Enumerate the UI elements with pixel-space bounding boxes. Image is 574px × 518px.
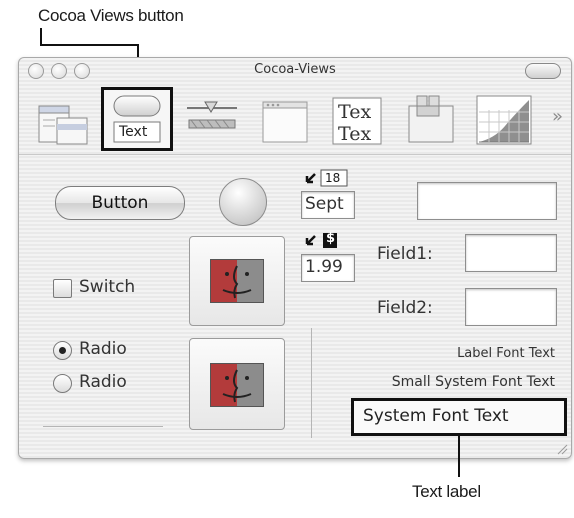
containers-palette-icon <box>408 95 454 143</box>
views-palette-text-label: Text <box>119 124 148 140</box>
menu-palette-icon <box>38 105 88 145</box>
window-title: Cocoa-Views <box>254 62 336 77</box>
cocoa-views-window: Cocoa-Views Text Tex Tex » Button 18 Sep… <box>18 57 572 459</box>
date-badge-text: 18 <box>325 171 341 185</box>
palette-toolbar: Text Tex Tex » <box>19 84 571 155</box>
radio-selected-label: Radio <box>79 339 127 359</box>
cocoa-views-button-callout: Cocoa Views button <box>38 6 184 25</box>
round-button[interactable] <box>219 178 267 226</box>
callout-line-top <box>40 28 42 44</box>
toolbar-toggle-button[interactable] <box>525 63 561 79</box>
sample-push-button[interactable]: Button <box>55 186 185 220</box>
palette-graphics-button[interactable] <box>475 90 533 148</box>
image-well-top[interactable] <box>189 236 285 326</box>
number-field[interactable]: 1.99 <box>301 254 355 282</box>
palette-containers-button[interactable] <box>403 90 461 148</box>
vertical-separator <box>311 328 312 438</box>
palette-cocoa-views-button[interactable]: Text <box>101 87 173 151</box>
sample-push-button-label: Button <box>91 193 149 213</box>
top-right-text-field[interactable] <box>417 182 557 220</box>
radio-unselected-label: Radio <box>79 372 127 392</box>
palette-controls-button[interactable] <box>183 90 241 148</box>
number-formatter-badge: $ <box>303 230 343 250</box>
radio-button-selected[interactable] <box>53 341 72 360</box>
field2-input[interactable] <box>465 288 557 326</box>
date-field-value: Sept <box>305 194 344 214</box>
field1-input[interactable] <box>465 234 557 272</box>
date-field[interactable]: Sept <box>301 191 355 219</box>
switch-label: Switch <box>79 277 136 297</box>
finder-image <box>210 259 264 303</box>
palette-windows-button[interactable] <box>257 90 315 148</box>
finder-image-2 <box>210 363 264 407</box>
switch-checkbox[interactable]: Switch <box>53 276 173 300</box>
image-well-bottom[interactable] <box>189 338 285 430</box>
radio-option-selected[interactable]: Radio <box>53 338 163 362</box>
svg-text:Tex: Tex <box>338 101 371 123</box>
callout-line-top-horizontal <box>40 44 139 46</box>
controls-palette-icon <box>187 101 237 129</box>
radio-option-unselected[interactable]: Radio <box>53 371 163 395</box>
resize-grip-icon[interactable] <box>556 443 568 455</box>
field2-label: Field2: <box>377 298 433 318</box>
switch-box[interactable] <box>53 279 72 298</box>
finder-face-icon <box>211 260 263 302</box>
label-font-text: Label Font Text <box>457 346 555 361</box>
finder-face-icon <box>211 364 263 406</box>
small-system-font-text: Small System Font Text <box>391 374 555 390</box>
text-palette-icon: Tex Tex <box>332 97 382 145</box>
number-arrow-icon <box>305 233 337 248</box>
number-badge-text: $ <box>326 231 336 246</box>
number-field-value: 1.99 <box>305 257 343 277</box>
windows-palette-icon <box>262 101 308 143</box>
window-titlebar: Cocoa-Views <box>19 58 571 82</box>
palette-text-button[interactable]: Tex Tex <box>329 90 387 148</box>
callout-line-bottom <box>458 433 460 477</box>
text-label-callout: Text label <box>412 482 481 501</box>
more-palettes-chevron-icon[interactable]: » <box>552 106 563 127</box>
system-font-text-box: System Font Text <box>351 398 567 436</box>
graphics-palette-icon <box>476 95 532 145</box>
svg-text:Tex: Tex <box>338 123 371 145</box>
radio-button-unselected[interactable] <box>53 374 72 393</box>
field1-label: Field1: <box>377 244 433 264</box>
palette-menus-button[interactable] <box>35 90 93 148</box>
date-picker-badge: 18 <box>303 168 351 188</box>
radio-separator <box>43 426 163 427</box>
system-font-text: System Font Text <box>363 406 509 426</box>
